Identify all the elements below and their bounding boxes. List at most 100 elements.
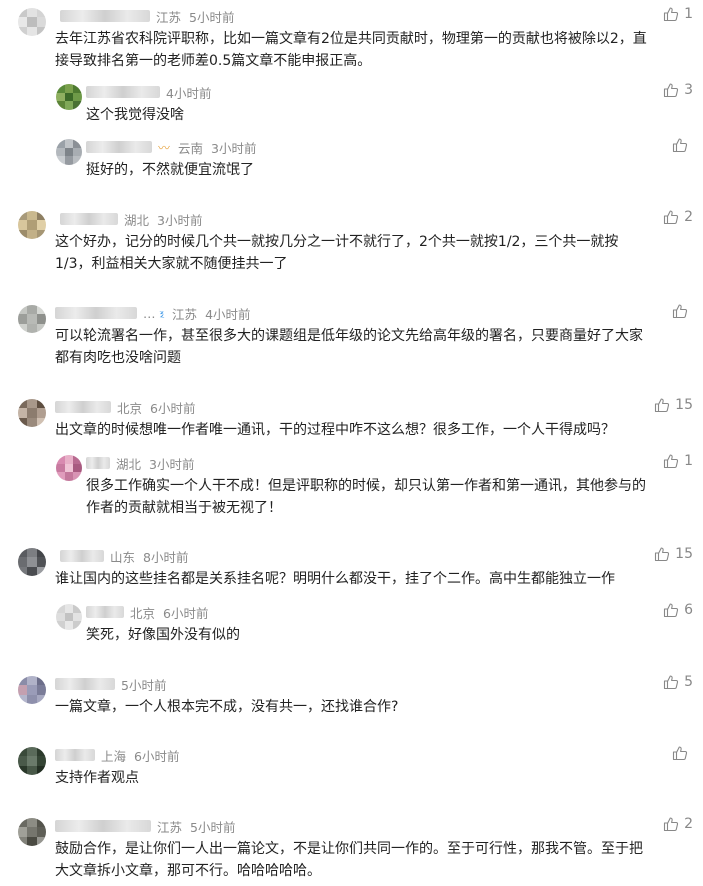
- verified-badge-icon: 〰: [158, 140, 171, 155]
- like-button[interactable]: 6: [663, 602, 693, 618]
- like-button[interactable]: 2: [663, 816, 693, 832]
- timestamp: 5小时前: [121, 677, 167, 693]
- comment-text: 谁让国内的这些挂名都是关系挂名呢？明明什么都没干，挂了个二作。高中生都能独立一作: [55, 568, 615, 590]
- comment-text: 这个好办，记分的时候几个共一就按几分之一计不就行了，2个共一就按1/2，三个共一…: [55, 231, 618, 275]
- timestamp: 6小时前: [163, 605, 209, 621]
- avatar[interactable]: [18, 548, 46, 576]
- avatar[interactable]: [18, 399, 46, 427]
- comment-text-line: 去年江苏省农科院评职称，比如一篇文章有2位是共同贡献时，物理第一的贡献也将被除以…: [55, 31, 647, 47]
- thumbs-up-icon: [672, 746, 688, 761]
- comment-meta: 湖北 3小时前: [60, 211, 203, 228]
- thumbs-up-icon: [655, 547, 670, 562]
- like-button[interactable]: 5: [663, 674, 693, 690]
- comment-text-line: 1/3，利益相关大家就不随便挂共一了: [55, 256, 288, 272]
- comment-meta: 〰 云南 3小时前: [86, 139, 257, 156]
- comment-text: 可以轮流署名一作，甚至很多大的课题组是低年级的论文先给高年级的署名，只要商量好了…: [55, 325, 643, 369]
- like-count: 2: [684, 816, 693, 832]
- comment-text-line: 一篇文章，一个人根本完不成，没有共一，还找谁合作?: [55, 699, 399, 715]
- location: 江苏: [157, 819, 183, 835]
- avatar[interactable]: [18, 747, 46, 775]
- avatar[interactable]: [18, 8, 46, 36]
- timestamp: 3小时前: [211, 140, 257, 156]
- username[interactable]: [55, 307, 137, 319]
- timestamp: 5小时前: [190, 819, 236, 835]
- like-count: 3: [684, 82, 693, 98]
- username[interactable]: [55, 401, 111, 413]
- avatar[interactable]: [18, 211, 46, 239]
- location: 北京: [130, 605, 156, 621]
- comment-text: 笑死，好像国外没有似的: [86, 624, 240, 646]
- like-button[interactable]: 2: [663, 209, 693, 225]
- username[interactable]: [55, 678, 115, 690]
- avatar[interactable]: [18, 818, 46, 846]
- thumbs-up-icon: [672, 304, 688, 319]
- like-count: 15: [675, 546, 693, 562]
- comment-text-line: 可以轮流署名一作，甚至很多大的课题组是低年级的论文先给高年级的署名，只要商量好了…: [55, 328, 643, 344]
- like-button[interactable]: 1: [663, 6, 693, 22]
- like-button[interactable]: 3: [663, 82, 693, 98]
- timestamp: 8小时前: [143, 549, 189, 565]
- comment-meta: 北京 6小时前: [86, 604, 209, 621]
- like-count: 15: [675, 397, 693, 413]
- comment-text: 一篇文章，一个人根本完不成，没有共一，还找谁合作?: [55, 696, 398, 718]
- comment-text-line: 这个我觉得没啥: [86, 107, 184, 123]
- avatar[interactable]: [56, 84, 82, 110]
- username[interactable]: [60, 550, 104, 562]
- comment-meta: 上海 6小时前: [55, 747, 179, 764]
- comment-meta: 4小时前: [86, 84, 211, 101]
- comment-meta: 湖北 3小时前: [86, 455, 195, 472]
- like-button[interactable]: [672, 137, 693, 153]
- username[interactable]: [60, 213, 118, 225]
- username-ellipsis: …: [143, 305, 156, 321]
- avatar[interactable]: [18, 676, 46, 704]
- comment-text: 很多工作确实一个人干不成！但是评职称的时候，却只认第一作者和第一通讯，其他参与的…: [86, 475, 646, 519]
- like-button[interactable]: 15: [654, 397, 693, 413]
- like-button[interactable]: [672, 303, 693, 319]
- timestamp: 3小时前: [157, 212, 203, 228]
- comment-meta: 北京 6小时前: [55, 399, 196, 416]
- avatar[interactable]: [56, 604, 82, 630]
- username[interactable]: [86, 606, 124, 618]
- username[interactable]: [86, 86, 160, 98]
- comment-text: 出文章的时候想唯一作者唯一通讯，干的过程中咋不这么想？很多工作，一个人干得成吗？: [55, 419, 615, 441]
- comment-text-line: 大文章拆小文章，那可不行。哈哈哈哈哈。: [55, 863, 321, 879]
- like-count: 2: [684, 209, 693, 225]
- comment-meta: 江苏 5小时前: [60, 8, 234, 25]
- like-count: 1: [684, 6, 693, 22]
- thumbs-up-icon: [664, 675, 679, 690]
- thumbs-up-icon: [664, 817, 679, 832]
- comment-text-line: 作者的贡献就相当于被无视了！: [86, 500, 282, 516]
- location: 上海: [101, 748, 127, 764]
- location: 湖北: [116, 456, 142, 472]
- location: 湖北: [124, 212, 150, 228]
- comment-text-line: 接导致排名第一的老师差0.5篇文章不能申报正高。: [55, 53, 372, 69]
- avatar[interactable]: [56, 139, 82, 165]
- thumbs-up-icon: [664, 603, 679, 618]
- comment-meta: 山东 8小时前: [60, 548, 189, 565]
- comment-text-line: 鼓励合作，是让你们一人出一篇论文，不是让你们共同一作的。至于可行性，那我不管。至…: [55, 841, 643, 857]
- like-button[interactable]: 15: [654, 546, 693, 562]
- username[interactable]: [86, 141, 152, 153]
- comment-text: 鼓励合作，是让你们一人出一篇论文，不是让你们共同一作的。至于可行性，那我不管。至…: [55, 838, 643, 882]
- username[interactable]: [55, 749, 95, 761]
- location: 江苏: [156, 9, 182, 25]
- username[interactable]: [55, 820, 151, 832]
- timestamp: 3小时前: [149, 456, 195, 472]
- thumbs-up-icon: [664, 7, 679, 22]
- like-button[interactable]: [672, 745, 693, 761]
- thumbs-up-icon: [655, 398, 670, 413]
- timestamp: 6小时前: [150, 400, 196, 416]
- location: 云南: [178, 140, 204, 156]
- comment-text: 挺好的，不然就便宜流氓了: [86, 159, 254, 181]
- comment-text-line: 支持作者观点: [55, 770, 139, 786]
- avatar[interactable]: [56, 455, 82, 481]
- username[interactable]: [86, 457, 110, 469]
- username[interactable]: [60, 10, 150, 22]
- like-button[interactable]: 1: [663, 453, 693, 469]
- avatar[interactable]: [18, 305, 46, 333]
- like-count: 1: [684, 453, 693, 469]
- like-count: 6: [684, 602, 693, 618]
- comment-text: 去年江苏省农科院评职称，比如一篇文章有2位是共同贡献时，物理第一的贡献也将被除以…: [55, 28, 647, 72]
- comment-text-line: 谁让国内的这些挂名都是关系挂名呢？明明什么都没干，挂了个二作。高中生都能独立一作: [55, 571, 615, 587]
- location: 山东: [110, 549, 136, 565]
